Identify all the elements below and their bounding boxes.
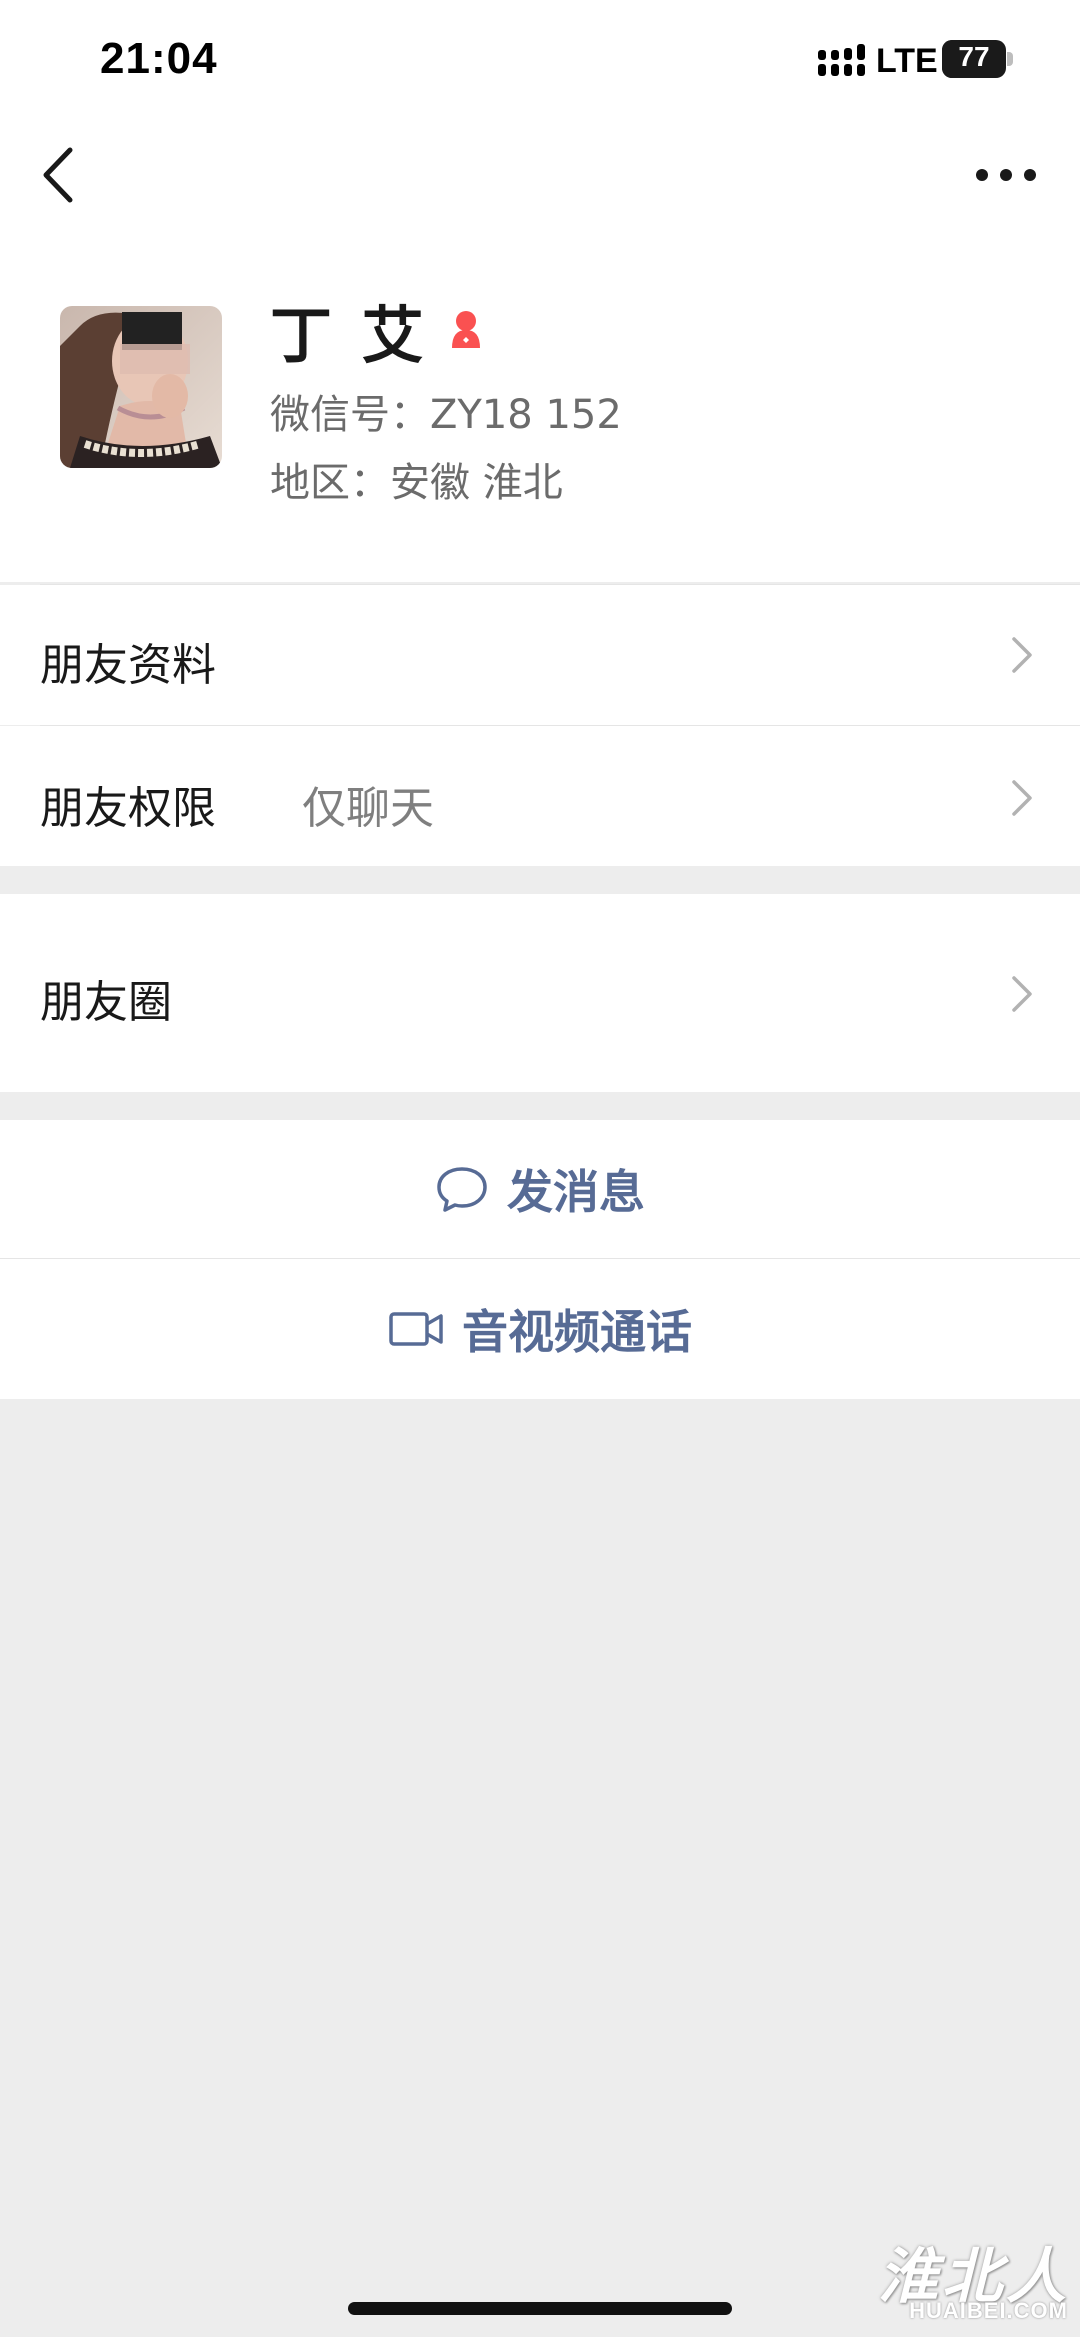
row-label: 朋友权限 — [40, 783, 216, 834]
status-bar: 21:04 LTE 77 — [0, 0, 1080, 120]
video-call-label: 音视频通话 — [462, 1305, 692, 1359]
home-indicator[interactable] — [348, 2302, 732, 2315]
send-message-button[interactable]: 发消息 — [0, 1120, 1080, 1258]
video-call-button[interactable]: 音视频通话 — [0, 1259, 1080, 1399]
battery-percent: 77 — [958, 41, 990, 72]
avatar[interactable] — [60, 306, 222, 468]
row-friend-info[interactable]: 朋友资料 — [0, 585, 1080, 725]
chevron-right-icon — [1012, 976, 1032, 1012]
avatar-photo — [60, 306, 222, 468]
female-icon — [451, 311, 480, 348]
nickname: 丁 艾 — [270, 299, 428, 372]
row-friend-permissions[interactable]: 朋友权限 仅聊天 — [0, 726, 1080, 866]
back-button[interactable] — [30, 140, 100, 210]
region: 地区：安徽 淮北 — [270, 460, 563, 506]
site-watermark: 淮北人 HUAIBEI.COM — [862, 2228, 1076, 2332]
row-label: 朋友资料 — [40, 640, 216, 691]
signal-bars-icon — [818, 44, 865, 76]
video-camera-icon — [389, 1312, 443, 1346]
wechat-id: 微信号：ZY18 152 — [270, 392, 622, 438]
watermark-english: HUAIBEI.COM — [909, 2298, 1068, 2323]
status-time: 21:04 — [100, 34, 218, 83]
row-label: 朋友圈 — [40, 977, 172, 1028]
name-row: 丁 艾 — [270, 290, 488, 372]
chevron-left-icon — [43, 147, 73, 203]
more-options-button[interactable] — [966, 145, 1046, 205]
ellipsis-icon — [976, 169, 1036, 181]
send-message-label: 发消息 — [507, 1165, 645, 1219]
chevron-right-icon — [1012, 637, 1032, 673]
network-type: LTE — [876, 42, 938, 80]
battery-indicator: 77 — [942, 40, 1006, 78]
nav-bar — [0, 120, 1080, 230]
chevron-right-icon — [1012, 780, 1032, 816]
chat-bubble-icon — [437, 1167, 487, 1212]
profile-card: 丁 艾 微信号：ZY18 152 地区：安徽 淮北 — [0, 230, 1080, 585]
battery-cap — [1007, 52, 1013, 66]
row-moments[interactable]: 朋友圈 — [0, 894, 1080, 1092]
row-value: 仅聊天 — [302, 783, 434, 834]
